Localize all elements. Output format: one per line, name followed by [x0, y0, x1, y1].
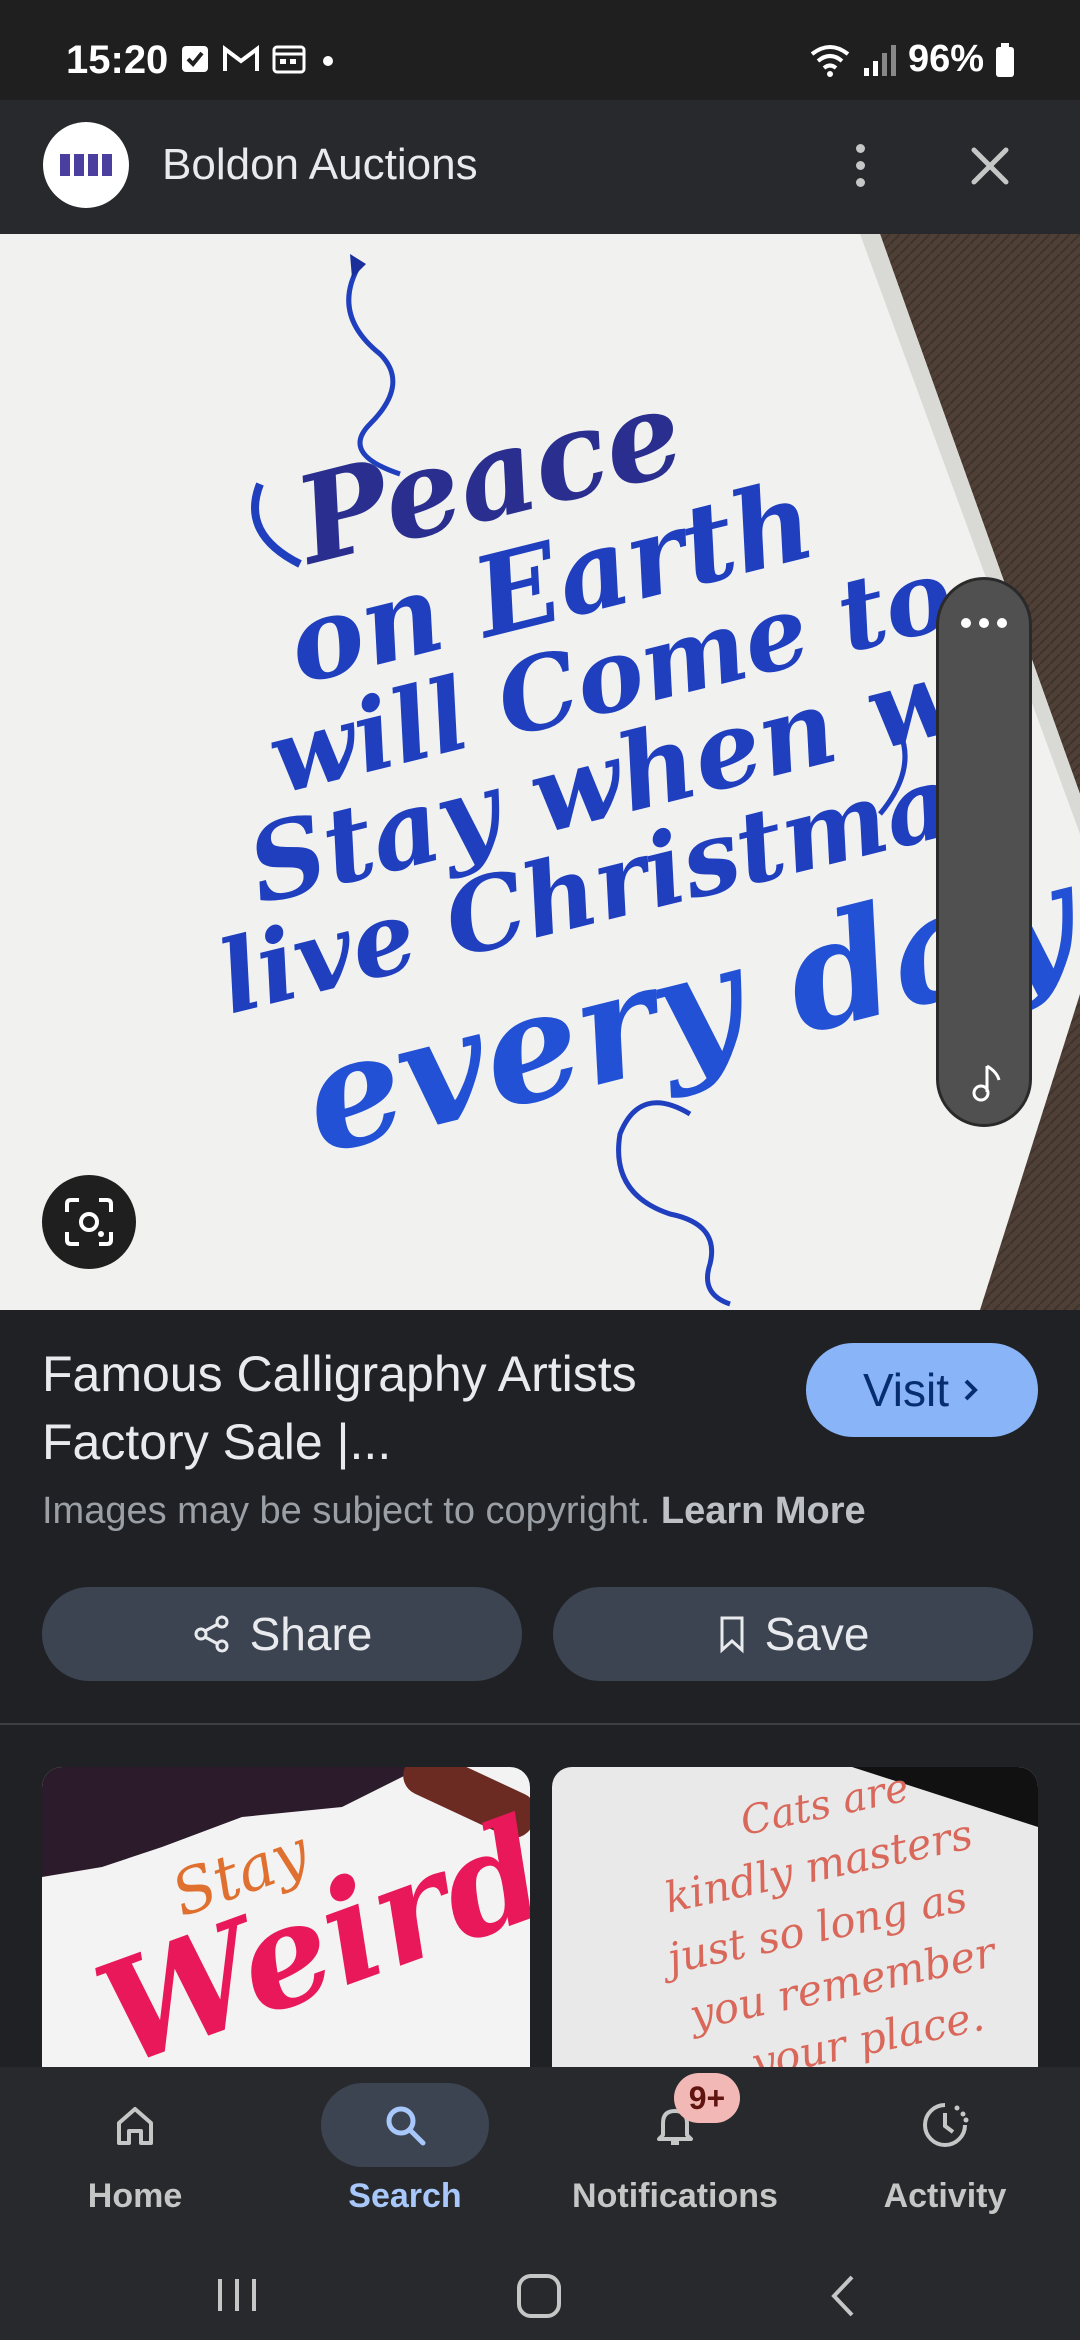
nav-home[interactable]: Home: [0, 2067, 270, 2247]
music-note-icon[interactable]: [965, 1060, 1009, 1104]
share-label: Share: [249, 1608, 373, 1660]
share-icon: [194, 1615, 229, 1653]
site-title[interactable]: Boldon Auctions: [162, 140, 478, 190]
lens-icon[interactable]: [42, 1175, 136, 1269]
site-logo[interactable]: [43, 122, 129, 208]
cats-quote-image: Cats are kindly masters just so long as …: [552, 1767, 1038, 2067]
source-header: Boldon Auctions: [0, 100, 1080, 234]
bottom-navigation: Home Search Notifications Activity: [0, 2067, 1080, 2247]
nav-activity[interactable]: Activity: [810, 2067, 1080, 2247]
home-icon: [51, 2083, 219, 2167]
result-image[interactable]: Peace on Earth will Come to Stay when we…: [0, 234, 1080, 1310]
wifi-icon: [810, 44, 850, 77]
back-icon[interactable]: [824, 2271, 864, 2321]
status-bar: 15:20 96%: [0, 0, 1080, 100]
signal-icon: [863, 44, 896, 76]
stay-weird-image: Stay Weird: [42, 1767, 530, 2067]
more-vert-icon[interactable]: [840, 132, 880, 198]
screen: 15:20 96% Boldon Auctions Peace on Earth…: [0, 0, 1080, 2340]
status-time: 15:20: [66, 38, 169, 82]
save-button[interactable]: Save: [553, 1587, 1033, 1681]
related-image-2[interactable]: Cats are kindly masters just so long as …: [552, 1767, 1038, 2067]
save-label: Save: [764, 1608, 870, 1660]
floating-side-panel[interactable]: [936, 577, 1032, 1127]
battery-percent: 96%: [907, 38, 984, 80]
result-title[interactable]: Famous Calligraphy Artists Factory Sale …: [42, 1340, 762, 1476]
nav-activity-label: Activity: [883, 2177, 1007, 2215]
visit-button[interactable]: Visit: [806, 1343, 1038, 1437]
nav-notifications-label: Notifications: [572, 2177, 778, 2215]
home-button-icon[interactable]: [514, 2271, 564, 2321]
nav-search-label: Search: [348, 2177, 462, 2215]
notification-badge: 9+: [674, 2073, 740, 2123]
learn-more-link[interactable]: Learn More: [661, 1490, 866, 1532]
nav-home-label: Home: [87, 2177, 183, 2215]
copyright-notice: Images may be subject to copyright. Lear…: [42, 1490, 866, 1533]
activity-icon: [861, 2083, 1029, 2167]
notification-icons: [180, 44, 338, 74]
related-image-1[interactable]: Stay Weird: [42, 1767, 530, 2067]
result-title-line-1: Famous Calligraphy Artists: [42, 1346, 637, 1402]
chevron-right-icon: [964, 1379, 978, 1401]
close-icon[interactable]: [960, 136, 1020, 196]
recents-icon[interactable]: [212, 2275, 262, 2315]
system-navigation: [0, 2247, 1080, 2340]
logo-mark: [60, 154, 112, 176]
gmail-icon: [223, 45, 259, 71]
more-horiz-icon[interactable]: [939, 618, 1029, 628]
bookmark-icon: [720, 1616, 744, 1654]
nav-search[interactable]: Search: [270, 2067, 540, 2247]
dot-icon: [323, 56, 333, 66]
calendar-icon: [272, 45, 306, 74]
visit-label: Visit: [862, 1364, 950, 1416]
checkbox-icon: [182, 46, 208, 72]
battery-icon: [996, 42, 1014, 77]
system-icons: 96%: [808, 38, 1016, 81]
calligraphy-image: Peace on Earth will Come to Stay when we…: [0, 234, 1080, 1310]
result-title-line-2: Factory Sale |...: [42, 1414, 392, 1470]
copyright-text: Images may be subject to copyright.: [42, 1490, 651, 1532]
search-icon: [321, 2083, 489, 2167]
divider: [0, 1723, 1080, 1725]
share-button[interactable]: Share: [42, 1587, 522, 1681]
